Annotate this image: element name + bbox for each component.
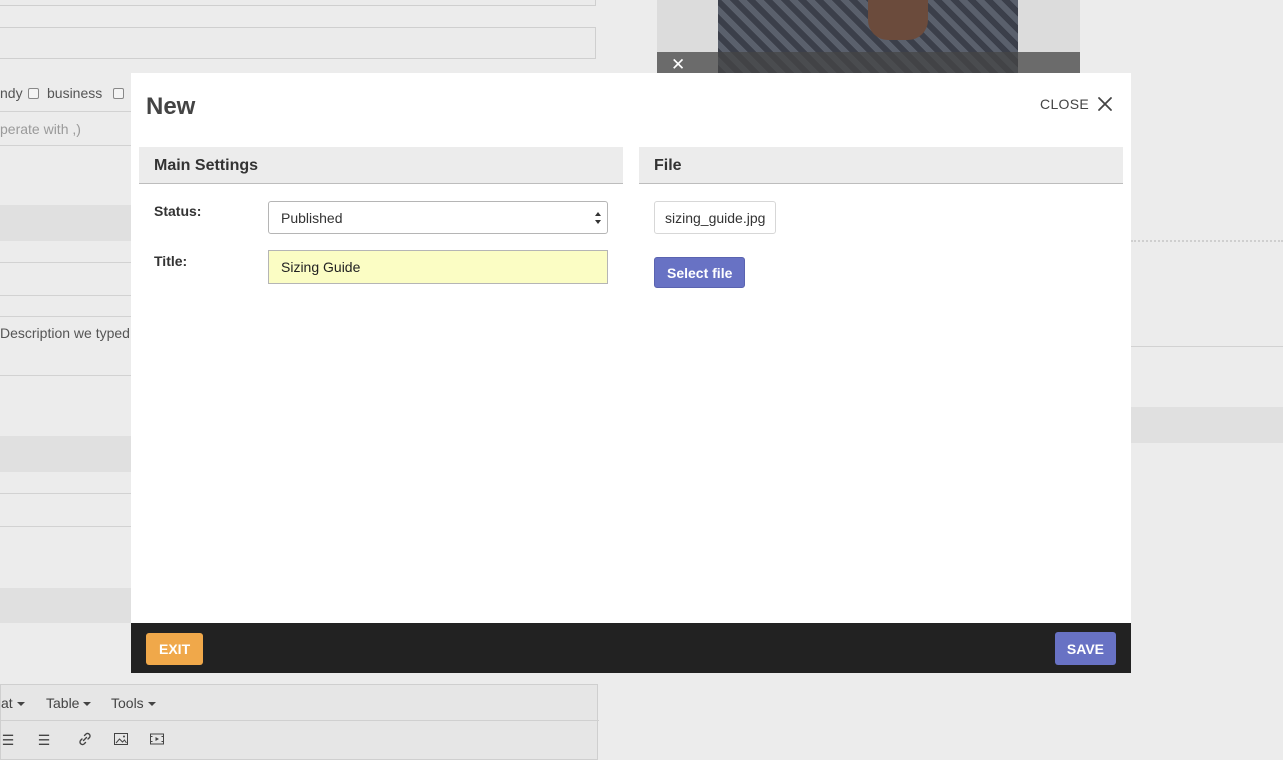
bg-tag-checkbox[interactable] [113,88,124,99]
title-input[interactable] [268,250,608,284]
bg-divider [0,493,131,494]
new-item-modal: New CLOSE Main Settings Status: Publishe… [131,73,1131,673]
bg-input-top[interactable] [0,0,596,6]
bg-section-header [1131,407,1283,443]
bg-dotted-divider [1131,240,1283,242]
bg-input-second[interactable] [0,27,596,59]
select-file-button[interactable]: Select file [654,257,746,288]
bg-rich-text-editor: at Table Tools ☰ ☰ [0,684,599,760]
file-heading: File [639,147,1123,184]
align-right-icon[interactable]: ☰ [35,731,53,749]
editor-menu-tools[interactable]: Tools [111,695,156,711]
bg-divider [0,295,131,296]
bg-description-text: Description we typed i [0,325,137,341]
close-icon [1098,97,1112,111]
modal-title: New [146,93,196,120]
caret-down-icon [147,702,156,707]
editor-menu-label: Tools [111,695,144,711]
bg-section-header [0,436,131,472]
bg-divider [0,145,131,146]
bg-section-header [0,205,131,241]
bg-divider [0,111,131,112]
media-icon[interactable] [148,731,166,749]
bg-photo-preview: ✕ [657,0,1080,75]
status-select[interactable]: Published [268,201,608,234]
close-button[interactable]: CLOSE [1040,96,1113,112]
editor-menu-format[interactable]: at [1,695,25,711]
editor-menu-table[interactable]: Table [46,695,92,711]
file-name-display: sizing_guide.jpg [654,201,777,234]
save-button[interactable]: SAVE [1054,632,1116,665]
title-label: Title: [154,253,188,269]
align-center-icon[interactable]: ☰ [0,731,17,749]
editor-menu-label: Table [46,695,80,711]
caret-down-icon [83,702,92,707]
close-icon[interactable]: ✕ [671,55,685,75]
editor-menu-label: at [1,695,13,711]
modal-footer: EXIT SAVE [131,623,1131,673]
bg-photo-overlay-bar [657,52,1080,73]
main-settings-heading: Main Settings [139,147,623,184]
bg-divider [0,526,131,527]
select-arrows-icon [595,212,601,224]
bg-tag-label: business [47,85,103,101]
bg-divider [0,316,131,317]
bg-divider [0,262,131,263]
bg-tag-label: ndy [0,85,23,101]
bg-divider [0,375,131,376]
status-label: Status: [154,203,202,219]
close-label: CLOSE [1040,96,1089,112]
bg-tags-placeholder: perate with ,) [0,121,81,137]
bg-section-header [0,588,131,623]
link-icon[interactable] [76,731,94,749]
status-selected-value: Published [281,210,343,226]
bg-divider [1131,346,1283,347]
editor-toolbar-divider [1,720,599,721]
exit-button[interactable]: EXIT [146,633,204,665]
image-icon[interactable] [112,731,130,749]
bg-tag-checkbox[interactable] [28,88,39,99]
caret-down-icon [16,702,25,707]
